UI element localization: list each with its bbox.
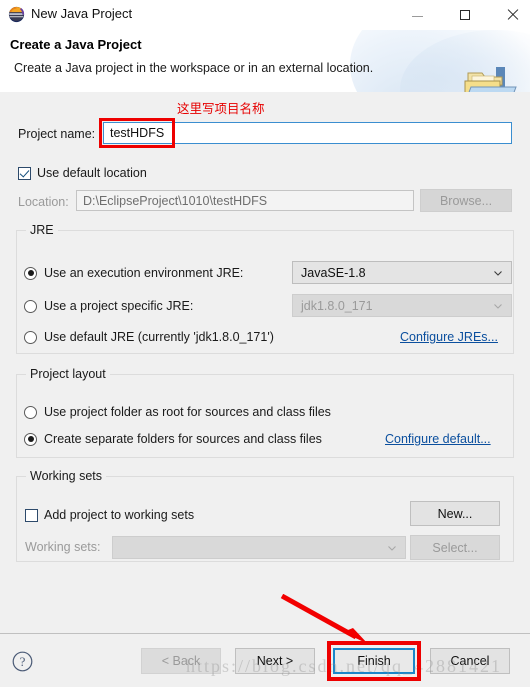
radio-label: Use project folder as root for sources a… — [44, 405, 331, 419]
help-question-icon[interactable]: ? — [12, 651, 33, 672]
minimize-button[interactable] — [395, 0, 440, 30]
radio-icon — [24, 266, 37, 280]
maximize-icon — [459, 10, 470, 20]
radio-label: Use an execution environment JRE: — [44, 266, 244, 280]
checkbox-icon — [25, 508, 38, 522]
execution-environment-value: JavaSE-1.8 — [301, 266, 366, 280]
project-specific-jre-value: jdk1.8.0_171 — [301, 299, 373, 313]
use-default-location-label: Use default location — [37, 166, 147, 180]
radio-icon — [24, 405, 37, 419]
radio-use-project-specific-jre[interactable]: Use a project specific JRE: — [24, 299, 193, 313]
configure-default-link[interactable]: Configure default... — [385, 432, 491, 446]
back-button[interactable]: < Back — [141, 648, 221, 674]
location-label: Location: — [18, 195, 69, 209]
annotation-project-name-note: 这里写项目名称 — [177, 102, 265, 116]
radio-use-execution-environment-jre[interactable]: Use an execution environment JRE: — [24, 266, 243, 280]
project-name-value: testHDFS — [110, 126, 165, 140]
use-default-location-checkbox[interactable]: Use default location — [18, 166, 147, 180]
select-working-set-button[interactable]: Select... — [410, 535, 500, 560]
chevron-down-icon — [494, 304, 502, 309]
jre-group-title: JRE — [26, 223, 58, 237]
java-project-folder-icon — [458, 63, 520, 92]
radio-use-project-folder-as-root[interactable]: Use project folder as root for sources a… — [24, 405, 331, 419]
location-input[interactable]: D:\EclipseProject\1010\testHDFS — [76, 190, 414, 211]
working-sets-dropdown — [112, 536, 406, 559]
browse-button[interactable]: Browse... — [420, 189, 512, 212]
checkbox-icon — [18, 166, 31, 180]
project-name-input[interactable]: testHDFS — [103, 122, 512, 144]
project-layout-group-title: Project layout — [26, 367, 110, 381]
window-title: New Java Project — [31, 6, 133, 21]
add-project-to-working-sets-checkbox[interactable]: Add project to working sets — [25, 508, 194, 522]
maximize-button[interactable] — [442, 0, 487, 30]
page-description: Create a Java project in the workspace o… — [14, 61, 374, 75]
configure-jres-link[interactable]: Configure JREs... — [400, 330, 498, 344]
new-working-set-button[interactable]: New... — [410, 501, 500, 526]
working-sets-group-title: Working sets — [26, 469, 107, 483]
project-specific-jre-dropdown: jdk1.8.0_171 — [292, 294, 512, 317]
dialog-header: Create a Java Project Create a Java proj… — [0, 30, 530, 92]
finish-button[interactable]: Finish — [333, 648, 415, 674]
next-button[interactable]: Next > — [235, 648, 315, 674]
radio-label: Create separate folders for sources and … — [44, 432, 322, 446]
chevron-down-icon — [388, 546, 396, 551]
title-bar: New Java Project — [0, 0, 530, 30]
svg-text:?: ? — [20, 654, 26, 669]
close-button[interactable] — [489, 0, 530, 30]
radio-icon — [24, 299, 37, 313]
working-sets-label: Working sets: — [25, 540, 101, 554]
radio-use-default-jre[interactable]: Use default JRE (currently 'jdk1.8.0_171… — [24, 330, 274, 344]
minimize-icon — [412, 15, 423, 17]
radio-create-separate-folders[interactable]: Create separate folders for sources and … — [24, 432, 322, 446]
new-java-project-dialog: New Java Project Create a Java Project C… — [0, 0, 530, 687]
chevron-down-icon — [494, 271, 502, 276]
radio-label: Use default JRE (currently 'jdk1.8.0_171… — [44, 330, 274, 344]
add-project-to-working-sets-label: Add project to working sets — [44, 508, 195, 522]
page-title: Create a Java Project — [10, 37, 142, 52]
location-value: D:\EclipseProject\1010\testHDFS — [83, 194, 268, 208]
radio-icon — [24, 432, 37, 446]
close-icon — [506, 9, 518, 21]
cancel-button[interactable]: Cancel — [430, 648, 510, 674]
project-name-label: Project name: — [18, 127, 96, 141]
execution-environment-dropdown[interactable]: JavaSE-1.8 — [292, 261, 512, 284]
eclipse-logo-icon — [8, 6, 25, 23]
radio-label: Use a project specific JRE: — [44, 299, 194, 313]
radio-icon — [24, 330, 37, 344]
